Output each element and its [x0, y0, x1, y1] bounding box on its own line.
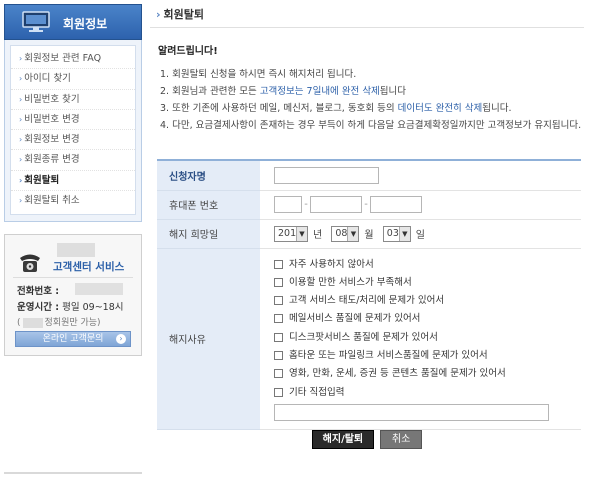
customer-service-box: 고객센터 서비스 전화번호 : 운영시간 : 평일 09~18시 (정회원만 가…	[4, 234, 142, 357]
checkbox[interactable]	[274, 387, 283, 397]
redacted-block	[57, 243, 95, 258]
online-inquiry-button[interactable]: 온라인 고객문의 ›	[15, 331, 131, 348]
divider	[13, 277, 133, 279]
dropdown-arrow-icon: ▼	[296, 226, 307, 241]
checkbox[interactable]	[274, 314, 283, 324]
bullet-icon: ›	[19, 175, 23, 185]
phone-input-2[interactable]	[310, 196, 362, 213]
arrow-right-icon: ›	[116, 334, 126, 345]
notice-item: 3. 또한 기존에 사용하던 메일, 메신저, 블로그, 동호회 등의 데이터도…	[160, 103, 512, 114]
sidebar-item-change-password[interactable]: › 비밀번호 변경	[11, 110, 135, 131]
bullet-icon: ›	[19, 74, 23, 84]
sidebar-item-withdraw[interactable]: › 회원탈퇴	[11, 171, 135, 192]
reason-list: 자주 사용하지 않아서 이용할 만한 서비스가 부족해서 고객 서비스 태도/처…	[274, 249, 581, 429]
phone-label: 휴대폰 번호	[157, 190, 260, 220]
checkbox[interactable]	[274, 296, 283, 306]
cs-hours-row: 운영시간 : 평일 09~18시	[17, 302, 124, 314]
checkbox[interactable]	[274, 277, 283, 287]
cs-title: 고객센터 서비스	[53, 261, 125, 274]
reason-option[interactable]: 홈타운 또는 파일링크 서비스품질에 문제가 있어서	[274, 347, 581, 365]
sidebar-item-change-member-type[interactable]: › 회원종류 변경	[11, 150, 135, 171]
reason-option[interactable]: 메일서비스 품질에 문제가 있어서	[274, 310, 581, 328]
form-row-name: 신청자명	[157, 160, 581, 191]
bullet-icon: ›	[19, 54, 23, 63]
reason-option[interactable]: 기타 직접입력	[274, 384, 581, 402]
notice-item: 1. 회원탈퇴 신청을 하시면 즉시 해지처리 됩니다.	[160, 69, 357, 80]
checkbox[interactable]	[274, 259, 283, 269]
reason-option[interactable]: 영화, 만화, 운세, 증권 등 콘텐츠 품질에 문제가 있어서	[274, 365, 581, 383]
notice-section: 알려드립니다! 1. 회원탈퇴 신청을 하시면 즉시 해지처리 됩니다. 2. …	[150, 42, 584, 133]
dropdown-arrow-icon: ▼	[347, 226, 359, 241]
bullet-icon: ›	[19, 155, 23, 165]
redacted-block	[22, 317, 43, 328]
form-row-phone: 휴대폰 번호 --	[157, 190, 581, 220]
page-title: › 회원탈퇴	[150, 4, 584, 28]
form-row-date: 해지 희망일 2011 ▼ 년 08 ▼ 월 03 ▼ 일	[157, 219, 581, 249]
bullet-icon: ›	[19, 135, 23, 145]
telephone-icon	[20, 254, 40, 273]
phone-input-3[interactable]	[370, 196, 422, 213]
checkbox[interactable]	[274, 350, 283, 360]
name-label: 신청자명	[157, 160, 260, 191]
monitor-icon	[22, 11, 50, 32]
sidebar-title: 회원정보	[63, 17, 108, 31]
notice-item: 2. 회원님과 관련한 모든 고객정보는 7일내에 완전 삭제됩니다	[160, 86, 407, 97]
reason-option[interactable]: 고객 서비스 태도/처리에 문제가 있어서	[274, 292, 581, 310]
dropdown-arrow-icon: ▼	[398, 226, 410, 241]
reason-label: 해지사유	[157, 248, 260, 430]
other-reason-input[interactable]	[274, 403, 549, 421]
redacted-block	[75, 283, 123, 296]
checkbox[interactable]	[274, 332, 283, 342]
checkbox[interactable]	[274, 369, 283, 379]
button-bar: 해지/탈퇴 취소	[150, 430, 584, 449]
phone-input-1[interactable]	[274, 196, 302, 213]
cs-phone-row: 전화번호 :	[17, 286, 60, 298]
day-select[interactable]: 03 ▼	[382, 225, 411, 242]
notice-heading: 알려드립니다!	[158, 46, 218, 57]
reason-option[interactable]: 자주 사용하지 않아서	[274, 256, 581, 274]
main-content: › 회원탈퇴 알려드립니다! 1. 회원탈퇴 신청을 하시면 즉시 해지처리 됩니…	[150, 4, 584, 449]
bullet-icon: ›	[19, 196, 23, 206]
year-select[interactable]: 2011 ▼	[274, 225, 308, 242]
date-label: 해지 희망일	[157, 219, 260, 249]
sidebar-item-cancel-withdraw[interactable]: › 회원탈퇴 취소	[11, 191, 135, 211]
notice-item: 4. 다만, 요금결제사항이 존재하는 경우 부득이 하게 다음달 요금결제확정…	[160, 120, 582, 131]
sidebar-item-find-id[interactable]: › 아이디 찾기	[11, 69, 135, 90]
month-select[interactable]: 08 ▼	[331, 225, 360, 242]
form-row-reason: 해지사유 자주 사용하지 않아서 이용할 만한 서비스가 부족해서 고객 서비스…	[157, 248, 581, 430]
chevron-right-icon: ›	[156, 8, 161, 21]
cancel-button[interactable]: 취소	[380, 430, 423, 449]
withdraw-form: 신청자명 휴대폰 번호 -- 해지 희망일 2011 ▼ 년 08 ▼ 월 03 ▼ 일 해…	[157, 159, 581, 430]
name-input[interactable]	[274, 166, 379, 184]
cs-note-row: (정회원만 가능)	[17, 317, 101, 329]
reason-option[interactable]: 이용할 만한 서비스가 부족해서	[274, 274, 581, 292]
bullet-icon: ›	[19, 94, 23, 104]
withdraw-button[interactable]: 해지/탈퇴	[311, 430, 374, 449]
sidebar: 회원정보 › 회원정보 관련 FAQ › 아이디 찾기 › 비밀번호 찾기 › 비밀번호…	[4, 4, 142, 357]
sidebar-item-faq[interactable]: › 회원정보 관련 FAQ	[11, 49, 135, 70]
bullet-icon: ›	[19, 114, 23, 124]
sidebar-bottom-line	[4, 472, 142, 474]
sidebar-header: 회원정보	[4, 4, 142, 40]
reason-option[interactable]: 디스크팟서비스 품질에 문제가 있어서	[274, 329, 581, 347]
sidebar-item-find-password[interactable]: › 비밀번호 찾기	[11, 90, 135, 110]
sidebar-item-edit-profile[interactable]: › 회원정보 변경	[11, 130, 135, 151]
sidebar-menu: › 회원정보 관련 FAQ › 아이디 찾기 › 비밀번호 찾기 › 비밀번호 변경 ›…	[4, 40, 142, 223]
